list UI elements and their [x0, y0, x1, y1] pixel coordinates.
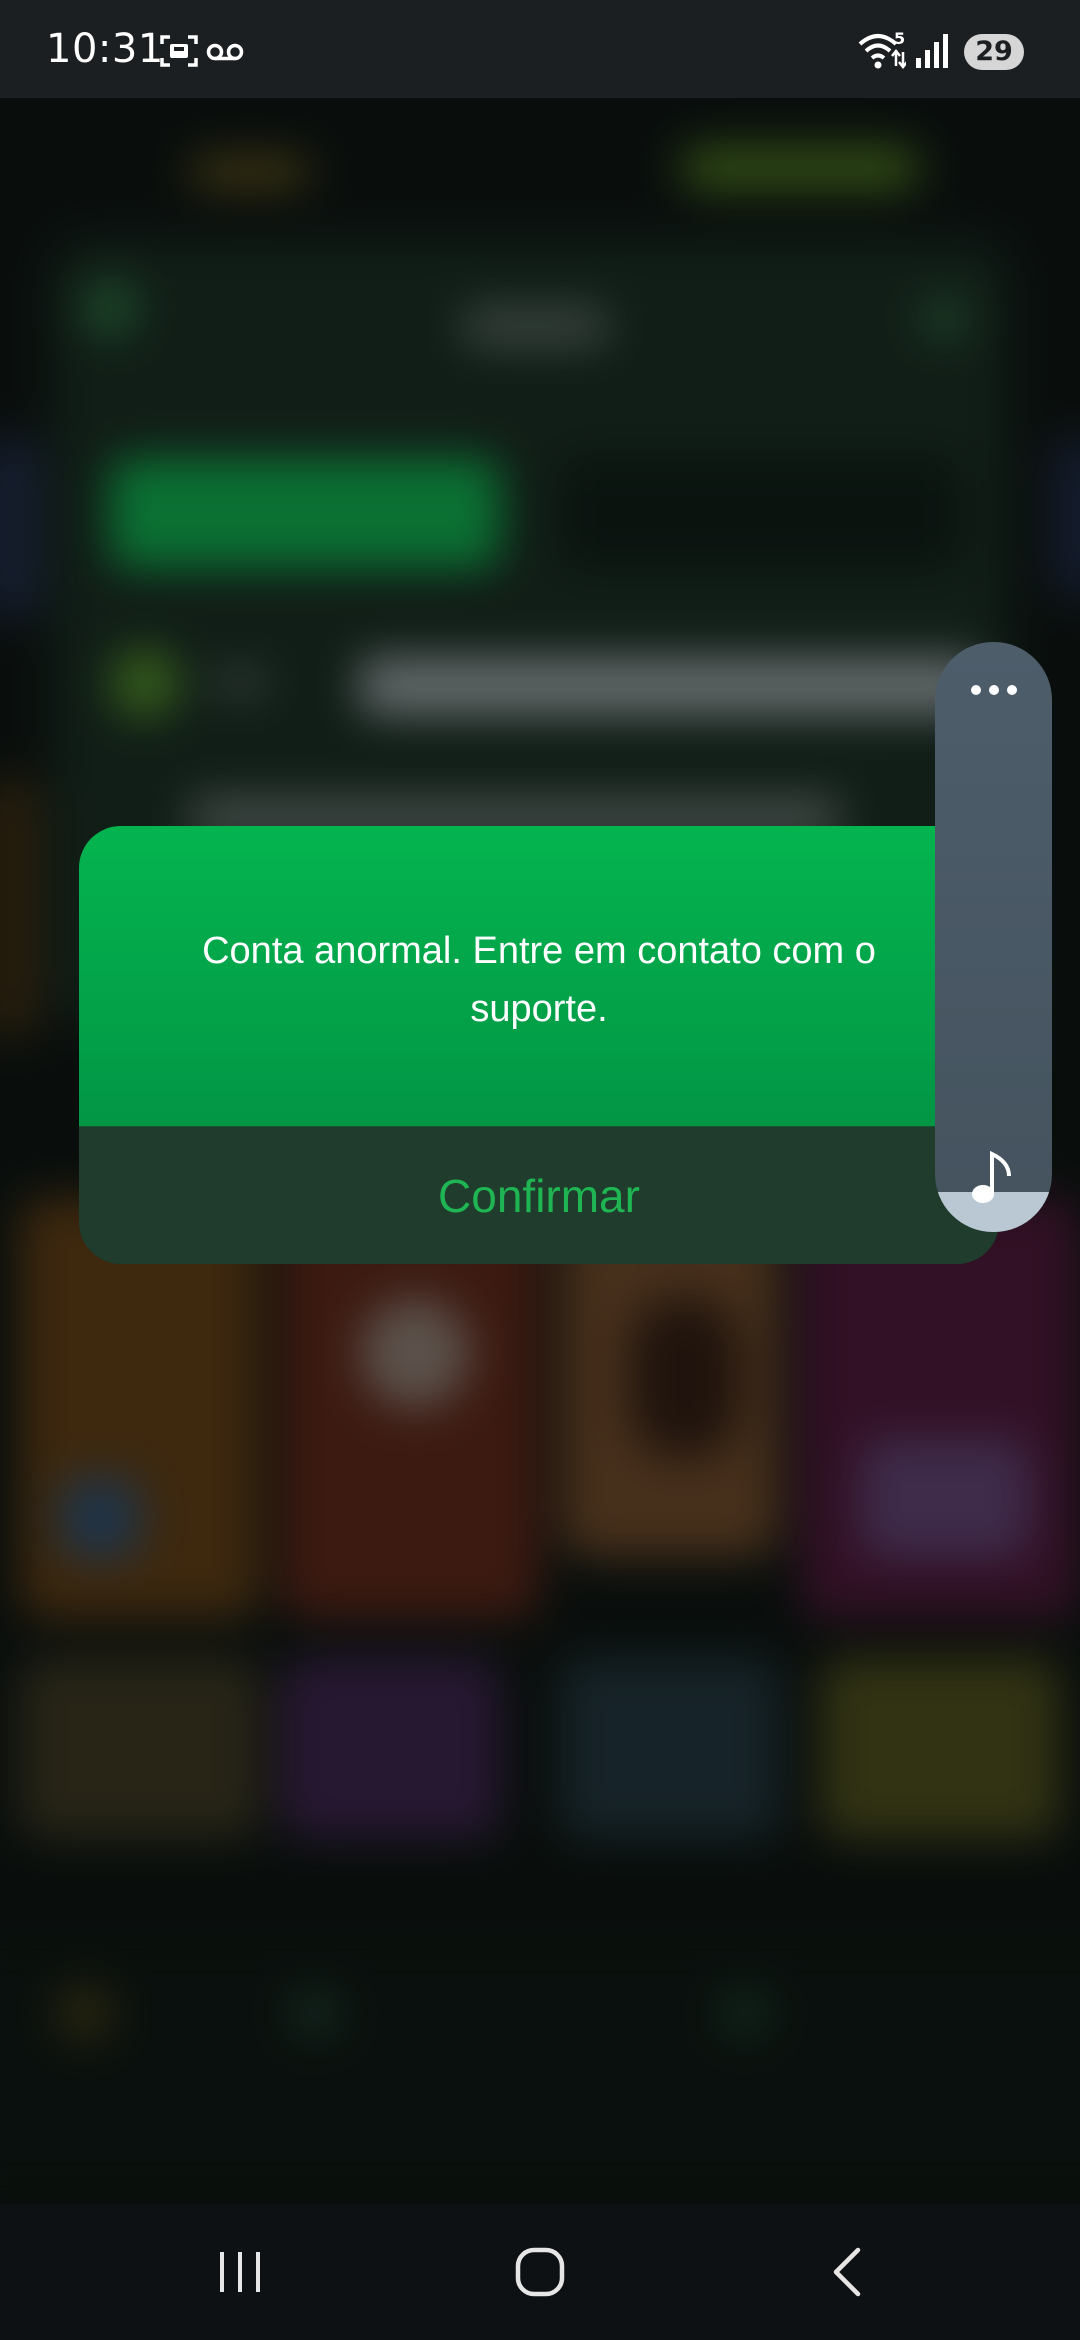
back-icon[interactable]: [820, 2244, 876, 2300]
home-icon[interactable]: [512, 2244, 568, 2300]
status-time: 10:31: [46, 26, 164, 72]
alert-dialog: Conta anormal. Entre em contato com o su…: [79, 826, 999, 1264]
voicemail-icon: [206, 43, 244, 61]
recent-apps-icon[interactable]: [212, 2244, 268, 2300]
network-badge: 5: [894, 30, 905, 48]
wifi-icon: 5: [858, 30, 906, 70]
floating-side-panel[interactable]: [935, 642, 1052, 1232]
music-note-icon[interactable]: [969, 1148, 1017, 1208]
signal-icon: [916, 34, 948, 68]
dialog-header: Conta anormal. Entre em contato com o su…: [79, 826, 999, 1126]
more-icon[interactable]: [969, 678, 1019, 702]
navigation-bar: [0, 2204, 1080, 2340]
dialog-footer: Confirmar: [79, 1126, 999, 1264]
dialog-message: Conta anormal. Entre em contato com o su…: [202, 930, 876, 1030]
status-bar: 10:31 5 29: [0, 0, 1080, 98]
battery-icon: 29: [964, 34, 1024, 70]
screenshot-icon: [160, 35, 198, 67]
confirm-button[interactable]: Confirmar: [79, 1127, 999, 1264]
